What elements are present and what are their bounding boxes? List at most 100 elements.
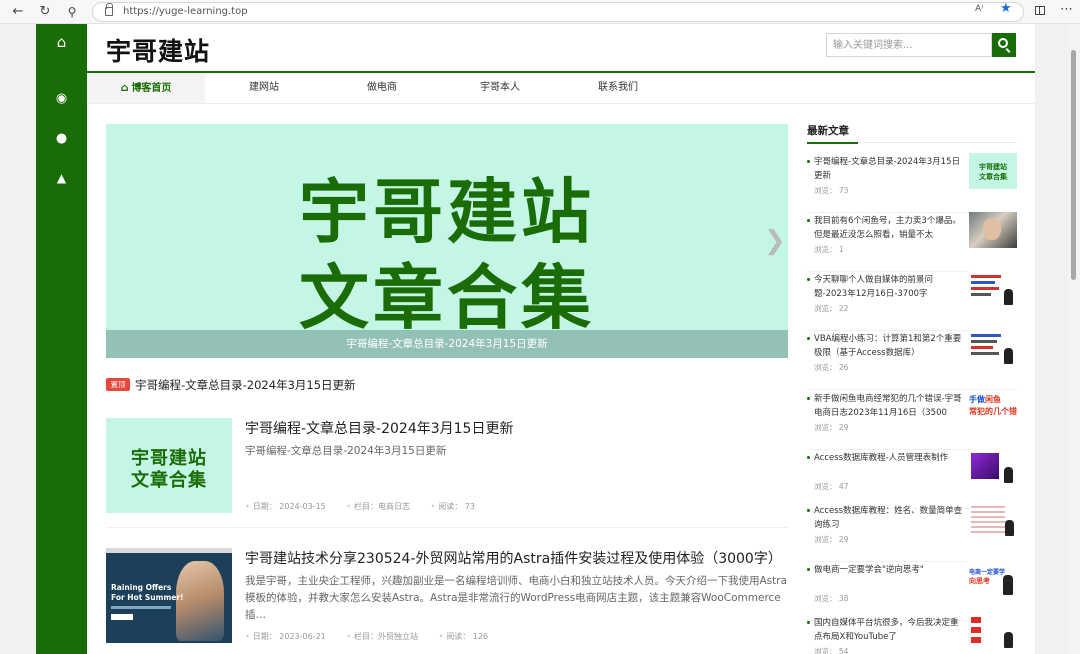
sidebar-post-thumbnail[interactable] (969, 330, 1017, 366)
sidebar-post-title[interactable]: Access数据库教程：姓名、数量简单查询练习 (814, 504, 964, 532)
browser-toolbar: ← ↻ ⚲ https://yuge-learning.top A⁾ ★ ⋯ (0, 0, 1080, 24)
sidebar-post-thumbnail[interactable] (969, 271, 1017, 307)
article-card: Raining Offers For Hot Summer! 宇哥建站技术分享2… (106, 548, 788, 654)
sidebar-post-thumbnail[interactable]: 宇哥建站 文章合集 (969, 153, 1017, 189)
sidebar-post-title[interactable]: 国内自媒体平台坑很多，今后我决定重点布局X和YouTube了 (814, 616, 964, 644)
article-thumbnail[interactable]: Raining Offers For Hot Summer! (106, 548, 232, 643)
article-meta: • 日期： 2024-03-15 • 栏目：电商日志 • 阅读： 73 (245, 502, 476, 511)
sidebar-post[interactable]: 做电商一定要学会"逆向思考" 浏览： 38 电商一定要学 向思考 (807, 561, 1017, 621)
sidebar-heading-accent (807, 142, 858, 144)
person-icon (1004, 467, 1013, 483)
read-aloud-icon[interactable]: A⁾ (975, 4, 983, 14)
youtube-logo-icon (971, 637, 981, 643)
sidebar-post-views: 浏览： 38 (814, 594, 849, 603)
article-category[interactable]: 栏目：电商日志 (354, 502, 410, 511)
article-excerpt: 宇哥编程-文章总目录-2024年3月15日更新 (245, 445, 447, 457)
url-text[interactable]: https://yuge-learning.top (123, 6, 248, 17)
social-rail: ⌂ ◉ ● ▲ (36, 24, 87, 654)
nav-item-blog-home[interactable]: ⌂ 博客首页 (87, 73, 205, 103)
search-icon[interactable]: ⚲ (62, 2, 82, 22)
sidebar-post[interactable]: Access数据库教程-人员管理表制作 浏览： 47 (807, 449, 1017, 509)
thumb-button-graphic (111, 614, 133, 620)
sidebar-post-views: 浏览： 29 (814, 423, 849, 432)
article-views: 阅读： 73 (438, 502, 476, 511)
nav-item-label: 博客首页 (131, 83, 172, 94)
sidebar-post[interactable]: 今天聊聊个人做自媒体的前景问题-2023年12月16日-3700字 浏览： 22 (807, 271, 1017, 331)
split-screen-icon[interactable] (1035, 6, 1045, 15)
sidebar-post-title[interactable]: 新手做闲鱼电商经常犯的几个错误-宇哥电商日志2023年11月16日（3500 (814, 392, 964, 420)
main-nav: ⌂ 博客首页 建网站 做电商 宇哥本人 联系我们 (87, 73, 1035, 104)
sticky-post-title[interactable]: 宇哥编程-文章总目录-2024年3月15日更新 (135, 377, 356, 393)
nav-item-ecommerce[interactable]: 做电商 (323, 73, 441, 103)
article-views: 阅读： 126 (446, 632, 489, 641)
person-icon (1004, 348, 1013, 364)
sidebar-post-title[interactable]: 今天聊聊个人做自媒体的前景问题-2023年12月16日-3700字 (814, 273, 964, 301)
sidebar-post-title[interactable]: 做电商一定要学会"逆向思考" (814, 563, 964, 591)
article-meta: • 日期： 2023-06-21 • 栏目：外贸独立站 • 阅读： 126 (245, 632, 489, 641)
sidebar-post-thumbnail[interactable] (969, 212, 1017, 248)
sidebar-post-views: 浏览： 29 (814, 535, 849, 544)
search-button[interactable] (992, 33, 1016, 57)
article-date: 日期： 2024-03-15 (252, 502, 326, 511)
sidebar-post-thumbnail[interactable] (969, 502, 1017, 538)
article-title[interactable]: 宇哥建站技术分享230524-外贸网站常用的Astra插件安装过程及使用体验（3… (245, 548, 782, 568)
sidebar-post-title[interactable]: VBA编程小练习：计算第1和第2个重要极限（基于Access数据库） (814, 332, 964, 360)
more-menu-icon[interactable]: ⋯ (1060, 2, 1073, 17)
person-icon (1003, 575, 1013, 595)
banner-caption[interactable]: 宇哥编程-文章总目录-2024年3月15日更新 (106, 330, 788, 358)
bullet-icon (807, 160, 810, 163)
article-title[interactable]: 宇哥编程-文章总目录-2024年3月15日更新 (245, 418, 513, 438)
bullet-icon (807, 397, 810, 400)
sidebar-post-thumbnail[interactable]: 电商一定要学 向思考 (969, 561, 1017, 597)
page-scrollbar[interactable] (1067, 24, 1080, 654)
weibo-icon[interactable]: ◉ (36, 91, 87, 106)
person-icon (1004, 632, 1013, 648)
reload-icon[interactable]: ↻ (35, 2, 55, 22)
sidebar-post-views: 浏览： 26 (814, 363, 849, 372)
sidebar-post[interactable]: 国内自媒体平台坑很多，今后我决定重点布局X和YouTube了 浏览： 54 (807, 614, 1017, 654)
banner-title-line2: 文章合集 (299, 257, 595, 339)
qq-icon[interactable]: ▲ (36, 171, 87, 185)
site-logo[interactable]: 宇哥建站 (106, 32, 210, 68)
bullet-icon (807, 509, 810, 512)
thumb-text-line1: 宇哥建站 (979, 163, 1007, 171)
bullet-icon (807, 278, 810, 281)
scroll-thumb[interactable] (1071, 50, 1076, 280)
wechat-icon[interactable]: ● (36, 131, 87, 146)
article-excerpt: 我是宇哥，主业央企工程师，兴趣加副业是一名编程培训师、电商小白和独立站技术人员。… (245, 575, 788, 621)
sticky-badge: 置顶 (106, 378, 130, 391)
sidebar-post-title[interactable]: 宇哥编程-文章总目录-2024年3月15日更新 (814, 155, 964, 183)
nav-item-about[interactable]: 宇哥本人 (441, 73, 559, 103)
sidebar-post[interactable]: Access数据库教程：姓名、数量简单查询练习 浏览： 29 (807, 502, 1017, 562)
sidebar-post[interactable]: 我目前有6个闲鱼号，主力卖3个爆品。但是最近没怎么照看，销量不太 浏览： 1 (807, 212, 1017, 272)
thumb-text-line1: 手做 (969, 395, 985, 404)
sidebar-post[interactable]: VBA编程小练习：计算第1和第2个重要极限（基于Access数据库） 浏览： 2… (807, 330, 1017, 390)
sidebar-post[interactable]: 新手做闲鱼电商经常犯的几个错误-宇哥电商日志2023年11月16日（3500 浏… (807, 390, 1017, 450)
search-input[interactable] (826, 33, 992, 57)
thumb-text-line1: Raining Offers (111, 583, 172, 592)
article-card: 宇哥建站 文章合集 宇哥编程-文章总目录-2024年3月15日更新 宇哥编程-文… (106, 418, 788, 528)
address-bar[interactable]: https://yuge-learning.top (92, 2, 1024, 22)
sidebar-post-views: 浏览： 22 (814, 304, 849, 313)
sidebar-post-thumbnail[interactable] (969, 614, 1017, 650)
sidebar-post-title[interactable]: Access数据库教程-人员管理表制作 (814, 451, 964, 479)
lock-icon (105, 3, 113, 16)
sidebar-post-views: 浏览： 1 (814, 245, 844, 254)
nav-item-contact[interactable]: 联系我们 (559, 73, 677, 103)
article-category[interactable]: 栏目：外贸独立站 (354, 632, 418, 641)
favorite-star-icon[interactable]: ★ (1000, 1, 1012, 16)
home-icon[interactable]: ⌂ (36, 33, 87, 51)
sidebar-post[interactable]: 宇哥编程-文章总目录-2024年3月15日更新 浏览： 73 宇哥建站 文章合集 (807, 153, 1017, 213)
chevron-right-icon[interactable]: ❯ (764, 226, 786, 256)
thumb-text-line2: 文章合集 (979, 173, 1007, 181)
bullet-icon (807, 568, 810, 571)
bullet-icon (807, 621, 810, 624)
banner-slider[interactable]: 宇哥建站 文章合集 宇哥编程-文章总目录-2024年3月15日更新 (106, 124, 788, 358)
back-arrow-icon[interactable]: ← (8, 2, 28, 22)
article-thumbnail[interactable]: 宇哥建站 文章合集 (106, 418, 232, 513)
sidebar-post-thumbnail[interactable]: 手做闲鱼 常犯的几个错 (969, 390, 1017, 426)
sidebar-post-thumbnail[interactable] (969, 449, 1017, 485)
sidebar-post-title[interactable]: 我目前有6个闲鱼号，主力卖3个爆品。但是最近没怎么照看，销量不太 (814, 214, 964, 242)
nav-item-build-site[interactable]: 建网站 (205, 73, 323, 103)
sidebar-heading: 最新文章 (807, 125, 849, 137)
